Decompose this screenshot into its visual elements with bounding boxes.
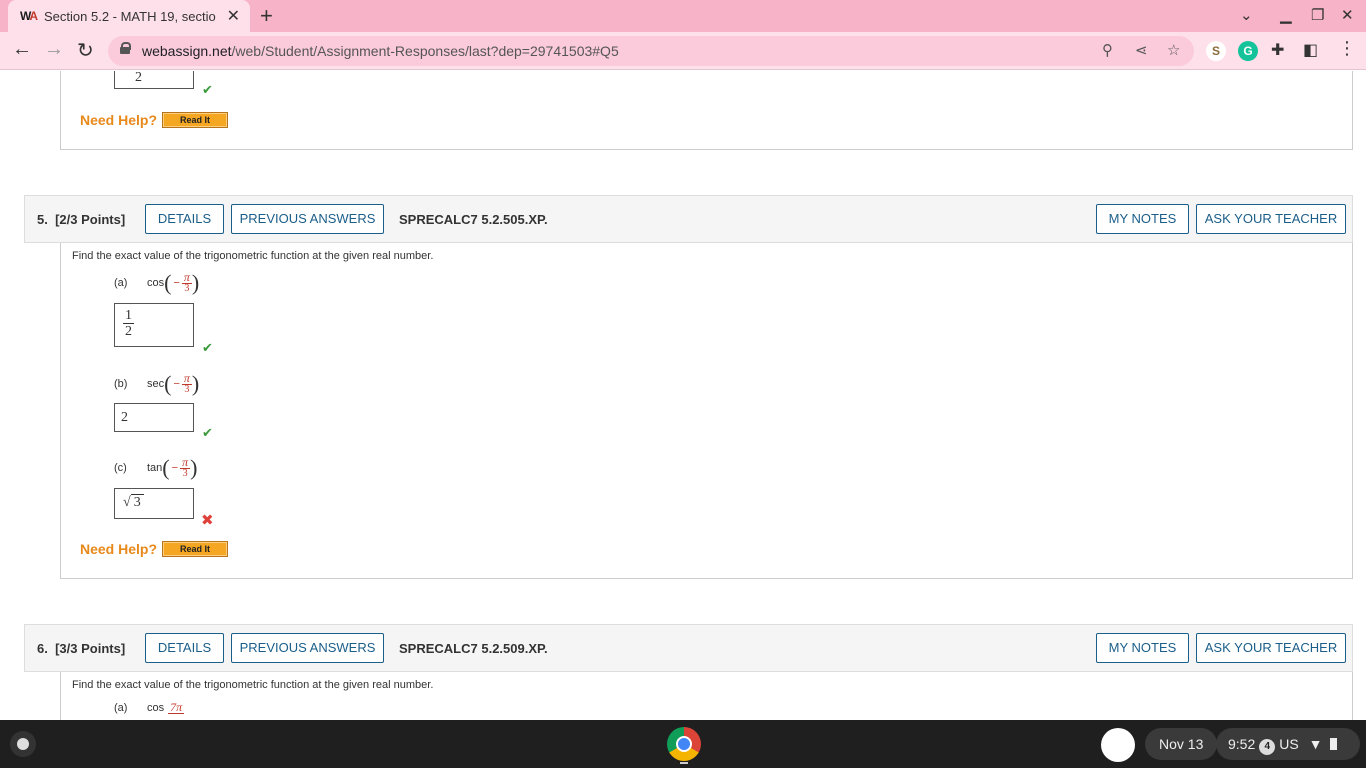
side-panel-icon[interactable]: ◧ xyxy=(1303,40,1318,60)
question-5-header: 5. [2/3 Points] DETAILS PREVIOUS ANSWERS… xyxy=(24,195,1353,243)
question-6-number: 6. [3/3 Points] xyxy=(37,641,126,656)
question-5-panel xyxy=(60,243,1353,579)
question-5-source: SPRECALC7 5.2.505.XP. xyxy=(399,212,548,227)
chrome-app-icon[interactable] xyxy=(667,727,701,761)
question-5-part-a-answer-box[interactable]: 1 2 xyxy=(114,303,194,347)
wifi-icon: ▼ xyxy=(1308,736,1323,752)
question-4-answer-box[interactable]: 2 xyxy=(114,71,194,89)
date-tray[interactable]: Nov 13 xyxy=(1145,728,1218,760)
launcher-icon[interactable] xyxy=(10,731,36,757)
question-5-part-a: (a) cos (− π3 ) xyxy=(114,269,200,295)
bookmark-star-icon[interactable]: ☆ xyxy=(1167,41,1180,59)
extension-s-icon[interactable]: S xyxy=(1206,41,1226,61)
previous-answers-button[interactable]: PREVIOUS ANSWERS xyxy=(231,633,384,663)
question-5-part-b: (b) sec (− π3 ) xyxy=(114,370,200,396)
correct-check-icon: ✔ xyxy=(202,425,213,440)
incorrect-x-icon: ✖ xyxy=(201,512,214,529)
question-4-panel xyxy=(60,71,1353,150)
ask-your-teacher-button[interactable]: ASK YOUR TEACHER xyxy=(1196,633,1346,663)
zoom-icon[interactable]: ⚲ xyxy=(1102,41,1113,59)
need-help-label: Need Help? xyxy=(80,541,158,557)
active-app-indicator xyxy=(680,762,688,764)
read-it-button[interactable]: Read It xyxy=(162,541,228,557)
my-notes-button[interactable]: MY NOTES xyxy=(1096,633,1189,663)
locale-label: US xyxy=(1279,736,1299,752)
status-tray[interactable]: 9:52 4 US ▼ xyxy=(1216,728,1360,760)
lock-icon[interactable] xyxy=(120,42,131,54)
question-6-header: 6. [3/3 Points] DETAILS PREVIOUS ANSWERS… xyxy=(24,624,1353,672)
sqrt-icon: √ 3 xyxy=(123,494,144,511)
correct-check-icon: ✔ xyxy=(202,340,213,355)
page-content: 2 ✔ Need Help? Read It 5. [2/3 Points] D… xyxy=(0,71,1366,720)
chromeos-shelf: Nov 13 9:52 4 US ▼ xyxy=(0,720,1366,768)
time-label: 9:52 xyxy=(1228,736,1256,752)
url-text[interactable]: webassign.net/web/Student/Assignment-Res… xyxy=(142,43,619,59)
battery-icon xyxy=(1330,738,1338,750)
menu-kebab-icon[interactable]: ⋮ xyxy=(1338,38,1356,59)
reload-icon[interactable]: ↻ xyxy=(77,38,94,63)
notification-count-badge: 4 xyxy=(1259,739,1276,755)
webassign-favicon-icon: WA xyxy=(20,9,38,23)
question-6-part-a: (a) cos 7π xyxy=(114,700,185,714)
minimize-icon[interactable]: ▁ xyxy=(1280,6,1292,24)
back-arrow-icon[interactable]: ← xyxy=(12,38,32,61)
read-it-button[interactable]: Read It xyxy=(162,112,228,128)
question-5-prompt: Find the exact value of the trigonometri… xyxy=(72,250,434,262)
share-icon[interactable]: ⋖ xyxy=(1135,41,1148,59)
question-5-number: 5. [2/3 Points] xyxy=(37,212,126,227)
ask-your-teacher-button[interactable]: ASK YOUR TEACHER xyxy=(1196,204,1346,234)
restore-icon[interactable]: ❐ xyxy=(1311,6,1324,24)
extensions-puzzle-icon[interactable]: ✚ xyxy=(1271,40,1284,60)
forward-arrow-icon[interactable]: → xyxy=(44,38,64,61)
avatar[interactable] xyxy=(1101,728,1135,762)
tab-strip: WA Section 5.2 - MATH 19, section 6 ✕ + … xyxy=(0,0,1366,32)
need-help-label: Need Help? xyxy=(80,112,158,128)
my-notes-button[interactable]: MY NOTES xyxy=(1096,204,1189,234)
question-6-prompt: Find the exact value of the trigonometri… xyxy=(72,679,434,691)
question-5-part-b-answer-box[interactable]: 2 xyxy=(114,403,194,432)
grammarly-icon[interactable]: G xyxy=(1238,41,1258,61)
close-window-icon[interactable]: ✕ xyxy=(1341,6,1354,24)
tab-close-icon[interactable]: ✕ xyxy=(227,6,240,26)
browser-tab[interactable]: WA Section 5.2 - MATH 19, section 6 ✕ xyxy=(8,0,250,32)
question-5-part-c-answer-box[interactable]: √ 3 xyxy=(114,488,194,519)
previous-answers-button[interactable]: PREVIOUS ANSWERS xyxy=(231,204,384,234)
new-tab-button[interactable]: + xyxy=(260,3,273,29)
correct-check-icon: ✔ xyxy=(202,82,213,97)
browser-toolbar: ← → ↻ webassign.net/web/Student/Assignme… xyxy=(0,32,1366,70)
address-bar[interactable]: webassign.net/web/Student/Assignment-Res… xyxy=(108,36,1194,66)
question-5-part-c: (c) tan (− π3 ) xyxy=(114,454,198,480)
tab-title: Section 5.2 - MATH 19, section 6 xyxy=(44,8,216,24)
details-button[interactable]: DETAILS xyxy=(145,633,224,663)
tab-search-chevron-icon[interactable]: ⌄ xyxy=(1240,6,1253,24)
details-button[interactable]: DETAILS xyxy=(145,204,224,234)
question-6-source: SPRECALC7 5.2.509.XP. xyxy=(399,641,548,656)
